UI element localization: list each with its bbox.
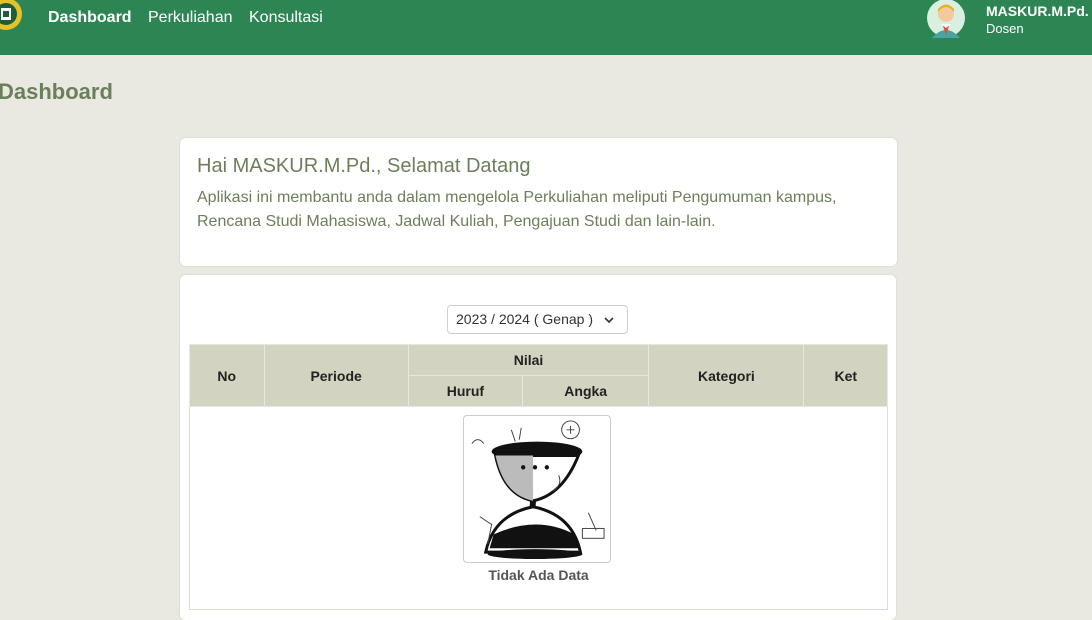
chevron-down-icon — [604, 317, 614, 324]
col-header-no: No — [189, 344, 265, 407]
user-name[interactable]: MASKUR.M.Pd. — [986, 3, 1089, 19]
col-header-kategori: Kategori — [648, 344, 805, 407]
grades-card: 2023 / 2024 ( Genap ) No Periode Nilai K… — [180, 275, 896, 620]
col-header-ket: Ket — [803, 344, 888, 407]
welcome-heading: Hai MASKUR.M.Pd., Selamat Datang — [197, 155, 531, 177]
nav-dashboard[interactable]: Dashboard — [48, 8, 132, 28]
welcome-card: Hai MASKUR.M.Pd., Selamat Datang Aplikas… — [180, 138, 897, 266]
university-logo-icon[interactable] — [0, 0, 24, 32]
nav-perkuliahan[interactable]: Perkuliahan — [148, 8, 233, 28]
period-select[interactable]: 2023 / 2024 ( Genap ) — [447, 305, 628, 334]
col-header-angka: Angka — [522, 375, 650, 407]
page-title: Dashboard — [0, 79, 113, 104]
col-header-nilai: Nilai — [407, 344, 650, 376]
empty-state-text: Tidak Ada Data — [488, 567, 589, 583]
col-header-periode: Periode — [263, 344, 409, 407]
user-avatar-icon[interactable] — [926, 0, 966, 38]
user-role: Dosen — [986, 21, 1024, 36]
col-header-huruf: Huruf — [407, 375, 524, 407]
empty-hourglass-illustration — [463, 415, 611, 563]
empty-row: Tidak Ada Data — [189, 406, 888, 610]
period-select-value: 2023 / 2024 ( Genap ) — [456, 311, 593, 327]
nav-konsultasi[interactable]: Konsultasi — [249, 8, 323, 28]
welcome-text: Aplikasi ini membantu anda dalam mengelo… — [197, 189, 837, 230]
grades-table: No Periode Nilai Kategori Ket Huruf Angk… — [189, 344, 888, 610]
top-navbar: Dashboard Perkuliahan Konsultasi MASKUR.… — [0, 0, 1092, 55]
